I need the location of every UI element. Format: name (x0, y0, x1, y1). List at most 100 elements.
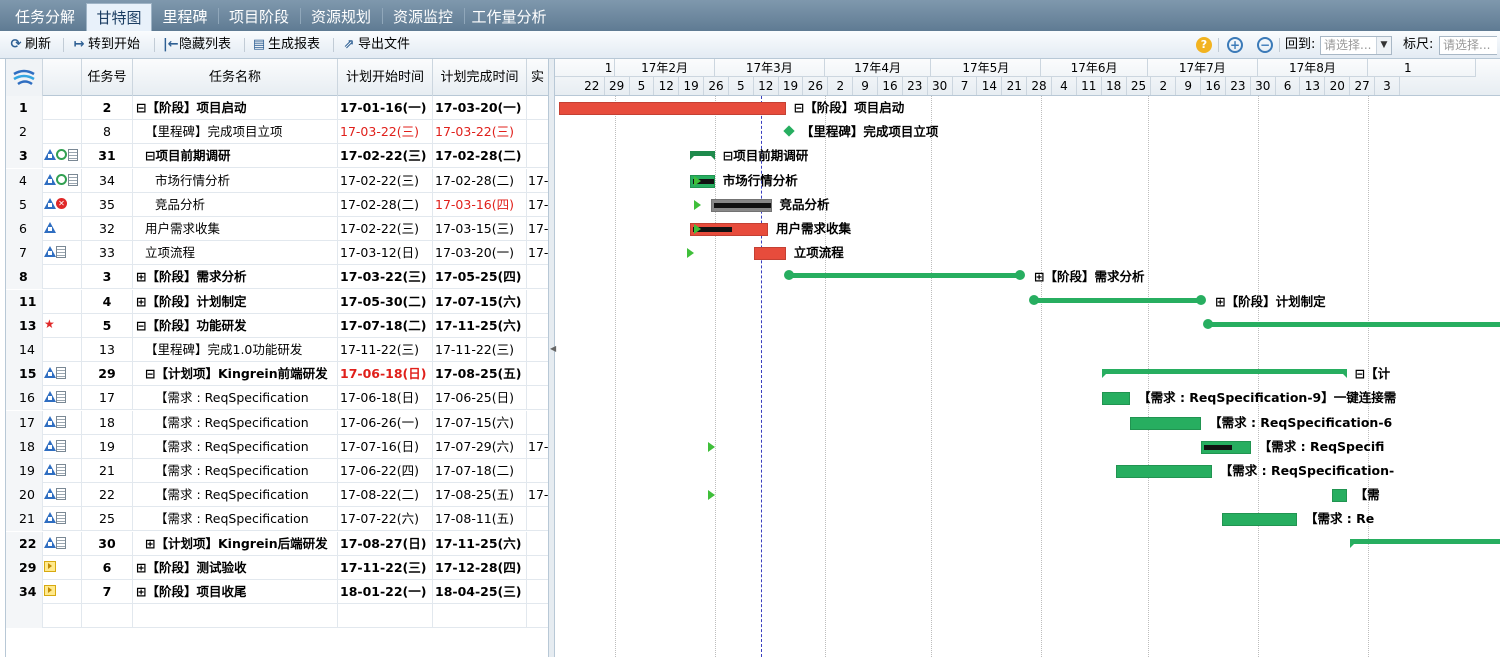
table-row[interactable]: 34 7 ⊞【阶段】项目收尾 18-01-22(一) 18-04-25(三) (6, 580, 548, 604)
export-file-button[interactable]: ⇗ 导出文件 (342, 31, 410, 58)
task-number: 33 (82, 241, 133, 266)
table-row[interactable]: 22 30 ⊞【计划项】Kingrein后端研发 17-08-27(日) 17-11-2… (6, 531, 548, 556)
tab-resource-planning[interactable]: 资源规划 (301, 3, 381, 31)
empty-cell (527, 604, 548, 628)
pane-splitter[interactable]: ◀ (548, 59, 556, 657)
task-bar[interactable] (1201, 440, 1251, 454)
header-menu-icon[interactable] (6, 59, 43, 96)
table-row[interactable]: 6 32 用户需求收集 17-02-22(三) 17-03-15(三) 17- (6, 217, 548, 241)
task-name[interactable]: 【需求 : ReqSpecification (133, 459, 338, 483)
task-name[interactable]: 【里程碑】完成项目立项 (133, 120, 338, 145)
plan-start: 17-11-22(三) (338, 338, 433, 362)
tab-resource-monitor[interactable]: 资源监控 (383, 3, 463, 31)
table-row[interactable]: 17 18 【需求 : ReqSpecification 17-06-26(一) 17-… (6, 410, 548, 435)
task-name[interactable]: ⊞【计划项】Kingrein后端研发 (133, 531, 338, 556)
table-row[interactable]: 11 4 ⊞【阶段】计划制定 17-05-30(二) 17-07-15(六) (6, 289, 548, 314)
task-name[interactable]: ⊟项目前期调研 (133, 144, 338, 169)
task-bar[interactable] (558, 102, 786, 115)
tab-project-phase[interactable]: 项目阶段 (219, 3, 299, 31)
task-name[interactable]: 【需求 : ReqSpecification (133, 483, 338, 508)
phase-bar[interactable] (1029, 294, 1207, 305)
task-name[interactable]: ⊟【计划项】Kingrein前端研发 (133, 362, 338, 387)
zoom-in-icon[interactable]: + (1227, 37, 1243, 53)
actual-start (527, 338, 548, 362)
table-row[interactable]: 18 19 【需求 : ReqSpecification 17-07-16(日) 17-… (6, 434, 548, 459)
generate-report-button[interactable]: ▤ 生成报表 (252, 31, 320, 58)
table-row[interactable]: 1 2 ⊟【阶段】项目启动 17-01-16(一) 17-03-20(一) (6, 96, 548, 120)
table-row[interactable]: 29 6 ⊞【阶段】测试验收 17-11-22(三) 17-12-28(四) (6, 555, 548, 580)
timeline-week: 27 (1350, 77, 1376, 95)
task-name[interactable]: 【需求 : ReqSpecification (133, 434, 338, 459)
table-row[interactable]: 8 3 ⊞【阶段】需求分析 17-03-22(三) 17-05-25(四) (6, 265, 548, 290)
task-bar[interactable] (1332, 489, 1347, 503)
task-name[interactable]: ⊞【阶段】需求分析 (133, 265, 338, 290)
row-number: 15 (6, 362, 43, 387)
table-row[interactable]: 7 33 立项流程 17-03-12(日) 17-03-20(一) 17- (6, 241, 548, 266)
tab-task-breakdown[interactable]: 任务分解 (5, 3, 85, 31)
header-actual[interactable]: 实 (527, 59, 548, 96)
task-name[interactable]: ⊞【阶段】项目收尾 (133, 580, 338, 604)
table-row[interactable]: 13 ★ 5 ⊟【阶段】功能研发 17-07-18(二) 17-11-25(六) (6, 313, 548, 338)
refresh-button[interactable]: ⟳ 刷新 (9, 31, 51, 58)
document-icon (56, 367, 66, 380)
task-name[interactable]: ⊞【阶段】测试验收 (133, 555, 338, 580)
header-plan-end[interactable]: 计划完成时间 (433, 59, 527, 96)
table-row[interactable]: 14 13 【里程碑】完成1.0功能研发 17-11-22(三) 17-11-22(三) (6, 338, 548, 362)
actual-start (527, 144, 548, 168)
tab-gantt[interactable]: 甘特图 (86, 3, 152, 31)
table-row[interactable]: 5 ✕ 35 竞品分析 17-02-28(二) 17-03-16(四) 17- (6, 192, 548, 217)
table-row[interactable]: 16 17 【需求 : ReqSpecification 17-06-18(日) 17-… (6, 386, 548, 411)
actual-start (527, 556, 548, 580)
task-bar[interactable] (1115, 465, 1212, 478)
task-bar[interactable] (1130, 416, 1202, 430)
header-plan-start[interactable]: 计划开始时间 (338, 59, 433, 96)
table-row[interactable]: 21 25 【需求 : ReqSpecification 17-07-22(六) 17-… (6, 507, 548, 532)
task-bar[interactable] (753, 247, 786, 261)
header-task-no[interactable]: 任务号 (82, 59, 133, 96)
summary-bar[interactable] (1350, 538, 1500, 548)
table-row[interactable]: 2 8 【里程碑】完成项目立项 17-03-22(三) 17-03-22(三) (6, 120, 548, 145)
task-bar[interactable] (1101, 392, 1131, 406)
table-row[interactable]: 19 21 【需求 : ReqSpecification 17-06-22(四) 17-… (6, 459, 548, 483)
task-bar[interactable] (1222, 513, 1297, 527)
task-name[interactable]: 【需求 : ReqSpecification (133, 386, 338, 411)
hide-list-button[interactable]: |←隐藏列表 (163, 31, 231, 58)
ruler-select[interactable]: 请选择... (1439, 36, 1497, 55)
header-task-name[interactable]: 任务名称 (133, 59, 338, 96)
task-name[interactable]: 竞品分析 (133, 192, 338, 217)
tab-workload-analysis[interactable]: 工作量分析 (465, 3, 553, 31)
milestone-marker[interactable] (783, 125, 795, 137)
table-row[interactable]: 3 31 ⊟项目前期调研 17-02-22(三) 17-02-28(二) (6, 144, 548, 169)
task-name[interactable]: 【里程碑】完成1.0功能研发 (133, 338, 338, 362)
table-row[interactable]: 20 22 【需求 : ReqSpecification 17-08-22(二) 17-… (6, 483, 548, 508)
summary-cap (1101, 374, 1106, 379)
timeline-month: 17年2月 (615, 59, 715, 77)
document-icon (56, 246, 66, 259)
table-row[interactable]: 15 29 ⊟【计划项】Kingrein前端研发 17-06-18(日) 17-08-2… (6, 362, 548, 387)
table-row[interactable]: 4 34 市场行情分析 17-02-22(三) 17-02-28(二) 17- (6, 168, 548, 193)
task-name[interactable]: 用户需求收集 (133, 217, 338, 241)
help-icon[interactable]: ? (1196, 37, 1212, 53)
phase-bar[interactable] (784, 270, 1026, 281)
zoom-out-icon[interactable]: − (1257, 37, 1273, 53)
hide-list-icon: |← (163, 37, 179, 52)
summary-bar[interactable] (1101, 369, 1347, 379)
task-bar[interactable] (711, 198, 772, 212)
goto-start-button[interactable]: ↦ 转到开始 (72, 31, 140, 58)
task-name[interactable]: 【需求 : ReqSpecification (133, 410, 338, 435)
task-bar[interactable] (689, 223, 768, 236)
toolbar-divider (1279, 38, 1280, 52)
plan-end: 17-03-15(三) (433, 217, 527, 241)
revert-select[interactable]: 请选择... ▼ (1320, 36, 1392, 55)
task-name[interactable]: 【需求 : ReqSpecification (133, 507, 338, 532)
task-name[interactable]: ⊟【阶段】项目启动 (133, 96, 338, 120)
phase-bar[interactable] (1203, 318, 1500, 329)
task-name[interactable]: ⊞【阶段】计划制定 (133, 289, 338, 314)
plan-end: 17-12-28(四) (433, 555, 527, 580)
task-name[interactable]: 市场行情分析 (133, 168, 338, 193)
task-name[interactable]: ⊟【阶段】功能研发 (133, 313, 338, 338)
task-name[interactable]: 立项流程 (133, 241, 338, 266)
summary-bar[interactable] (689, 151, 715, 161)
row-status-icons (43, 144, 82, 169)
tab-milestone[interactable]: 里程碑 (153, 3, 217, 31)
